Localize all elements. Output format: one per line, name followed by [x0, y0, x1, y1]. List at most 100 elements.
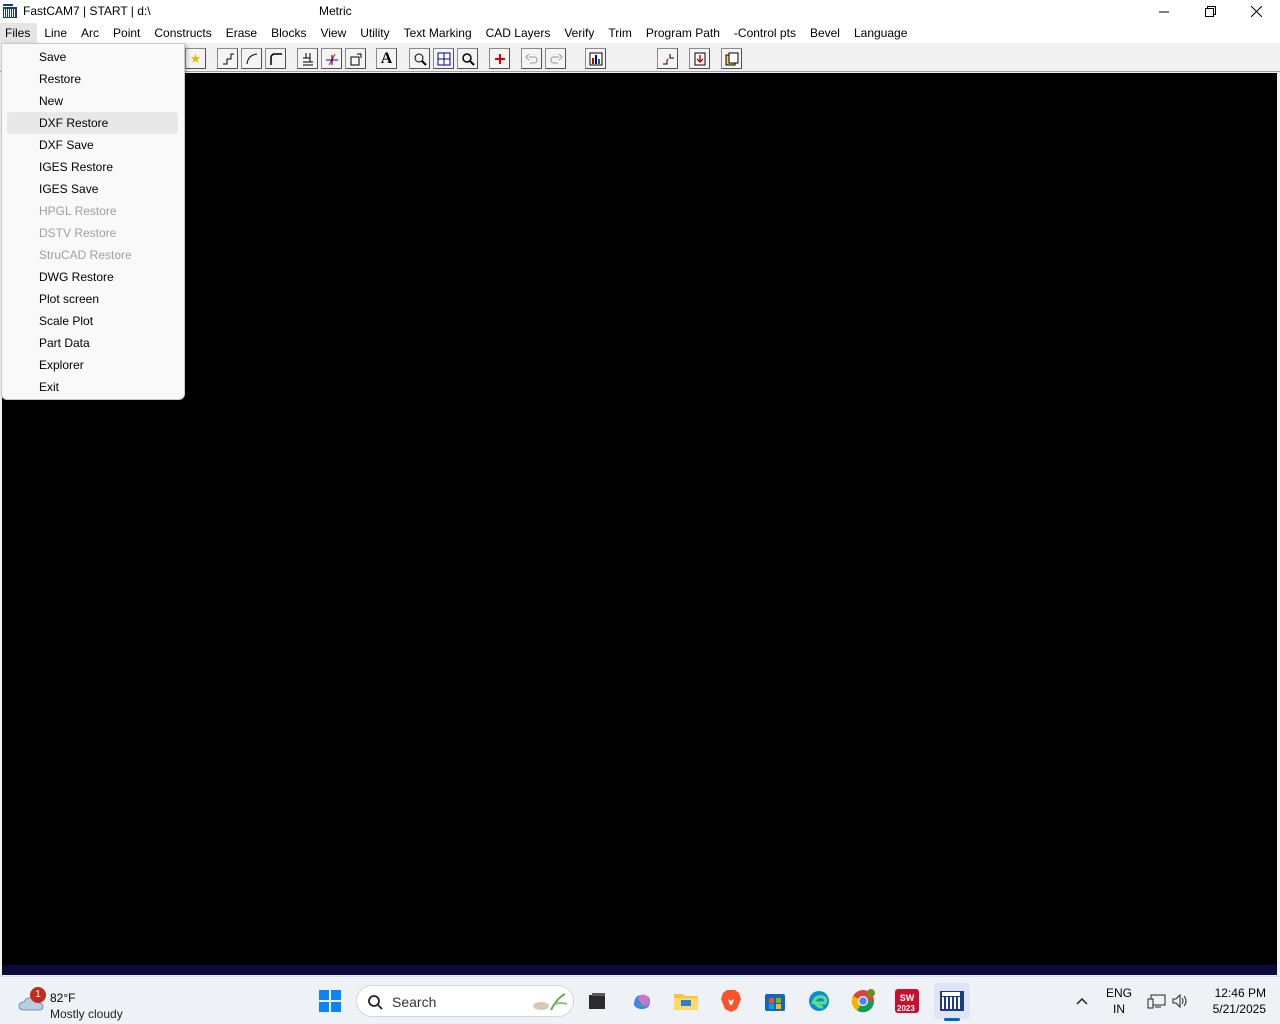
zoom-window-icon [414, 53, 427, 66]
menu-cad-layers[interactable]: CAD Layers [479, 23, 558, 43]
search-box[interactable]: Search [356, 985, 574, 1017]
close-icon [1250, 6, 1262, 17]
solidworks-button[interactable]: SW 2023 [893, 987, 921, 1015]
input-language[interactable]: ENG [1104, 986, 1134, 1000]
path-button[interactable] [657, 48, 678, 69]
zoom-fit-icon [437, 52, 450, 65]
arc-icon [246, 53, 257, 64]
toolbar: ★ A [0, 43, 1280, 72]
store-icon [765, 994, 785, 1011]
arc-button[interactable] [241, 48, 262, 69]
start-icon [319, 990, 341, 1012]
volume-button[interactable] [1166, 987, 1194, 1015]
undo-button[interactable] [521, 48, 542, 69]
undo-icon [524, 53, 538, 63]
zoom-fit-button[interactable] [433, 48, 454, 69]
menu-program-path[interactable]: Program Path [639, 23, 727, 43]
copilot-button[interactable] [628, 987, 656, 1015]
origin-cross-icon [494, 53, 505, 64]
solidworks-version: 2023 [897, 1004, 915, 1013]
weather-widget[interactable]: 1 82°F Mostly cloudy [16, 983, 156, 1021]
minimize-button[interactable] [1141, 0, 1187, 23]
rotate-icon [350, 53, 361, 65]
menu-language[interactable]: Language [847, 23, 914, 43]
rotate-button[interactable] [345, 48, 366, 69]
menu-item-explorer[interactable]: Explorer [2, 354, 178, 376]
origin-button[interactable] [489, 48, 510, 69]
fillet-icon [269, 52, 282, 65]
menu-control-pts[interactable]: -Control pts [727, 23, 803, 43]
text-button[interactable]: A [376, 48, 397, 69]
menu-constructs[interactable]: Constructs [147, 23, 218, 43]
units-label: Metric [319, 4, 352, 18]
clock-time[interactable]: 12:46 PM [1200, 986, 1266, 1000]
star-icon: ★ [189, 50, 202, 66]
explorer-button[interactable] [672, 987, 700, 1015]
volume-icon [1172, 993, 1187, 1009]
menu-arc[interactable]: Arc [74, 23, 106, 43]
path-icon [662, 53, 674, 64]
start-button[interactable] [316, 987, 344, 1015]
menu-bar: Files Line Arc Point Constructs Erase Bl… [0, 23, 1280, 43]
redo-button[interactable] [545, 48, 566, 69]
menu-item-part-data[interactable]: Part Data [2, 332, 178, 354]
menu-item-iges-save[interactable]: IGES Save [2, 178, 178, 200]
restore-icon [1204, 6, 1216, 17]
menu-item-dxf-save[interactable]: DXF Save [2, 134, 178, 156]
line-step-button[interactable] [217, 48, 238, 69]
close-button[interactable] [1233, 0, 1279, 23]
menu-files[interactable]: Files [0, 23, 38, 43]
menu-bevel[interactable]: Bevel [803, 23, 847, 43]
chrome-button[interactable] [849, 987, 877, 1015]
import-button[interactable] [689, 48, 710, 69]
menu-item-scale-plot[interactable]: Scale Plot [2, 310, 178, 332]
minimize-icon [1159, 11, 1169, 12]
tray-overflow-button[interactable] [1068, 987, 1096, 1015]
input-region[interactable]: IN [1104, 1002, 1134, 1016]
menu-blocks[interactable]: Blocks [264, 23, 313, 43]
brave-button[interactable] [717, 987, 745, 1015]
chart-button[interactable] [585, 48, 606, 69]
window-title: FastCAM7 | START | d:\ [23, 4, 151, 18]
network-icon [1147, 994, 1166, 1009]
menu-item-exit[interactable]: Exit [2, 376, 178, 398]
svg-text:SW: SW [900, 993, 915, 1003]
star-button[interactable]: ★ [185, 48, 206, 69]
drawing-canvas[interactable] [2, 73, 1277, 965]
menu-trim[interactable]: Trim [601, 23, 639, 43]
menu-point[interactable]: Point [106, 23, 147, 43]
task-view-button[interactable] [583, 987, 611, 1015]
menu-item-restore[interactable]: Restore [2, 68, 178, 90]
menu-item-new[interactable]: New [2, 90, 178, 112]
menu-line[interactable]: Line [37, 23, 74, 43]
folder-button[interactable] [721, 48, 742, 69]
menu-erase[interactable]: Erase [219, 23, 264, 43]
store-button[interactable] [761, 987, 789, 1015]
fillet-button[interactable] [265, 48, 286, 69]
zoom-button[interactable] [457, 48, 478, 69]
trim-icon [325, 53, 338, 65]
menu-item-plot-screen[interactable]: Plot screen [2, 288, 178, 310]
restore-button[interactable] [1187, 0, 1233, 23]
menu-verify[interactable]: Verify [557, 23, 601, 43]
edge-button[interactable] [805, 987, 833, 1015]
menu-item-save[interactable]: Save [2, 46, 178, 68]
search-highlight-icon [533, 993, 568, 1011]
fastcam-taskbar-button[interactable] [934, 983, 970, 1021]
copilot-icon [634, 994, 650, 1009]
zoom-window-button[interactable] [409, 48, 430, 69]
clock-date[interactable]: 5/21/2025 [1200, 1002, 1266, 1016]
menu-view[interactable]: View [313, 23, 353, 43]
menu-item-iges-restore[interactable]: IGES Restore [2, 156, 178, 178]
line-step-icon [222, 53, 234, 64]
folder-icon [674, 994, 698, 1010]
block-icon [302, 52, 313, 65]
menu-text-marking[interactable]: Text Marking [397, 23, 479, 43]
trim-button[interactable] [321, 48, 342, 69]
fastcam-icon [940, 991, 964, 1011]
search-icon [368, 995, 383, 1010]
block-button[interactable] [297, 48, 318, 69]
menu-utility[interactable]: Utility [353, 23, 396, 43]
menu-item-dxf-restore[interactable]: DXF Restore [7, 112, 178, 134]
menu-item-dwg-restore[interactable]: DWG Restore [2, 266, 178, 288]
